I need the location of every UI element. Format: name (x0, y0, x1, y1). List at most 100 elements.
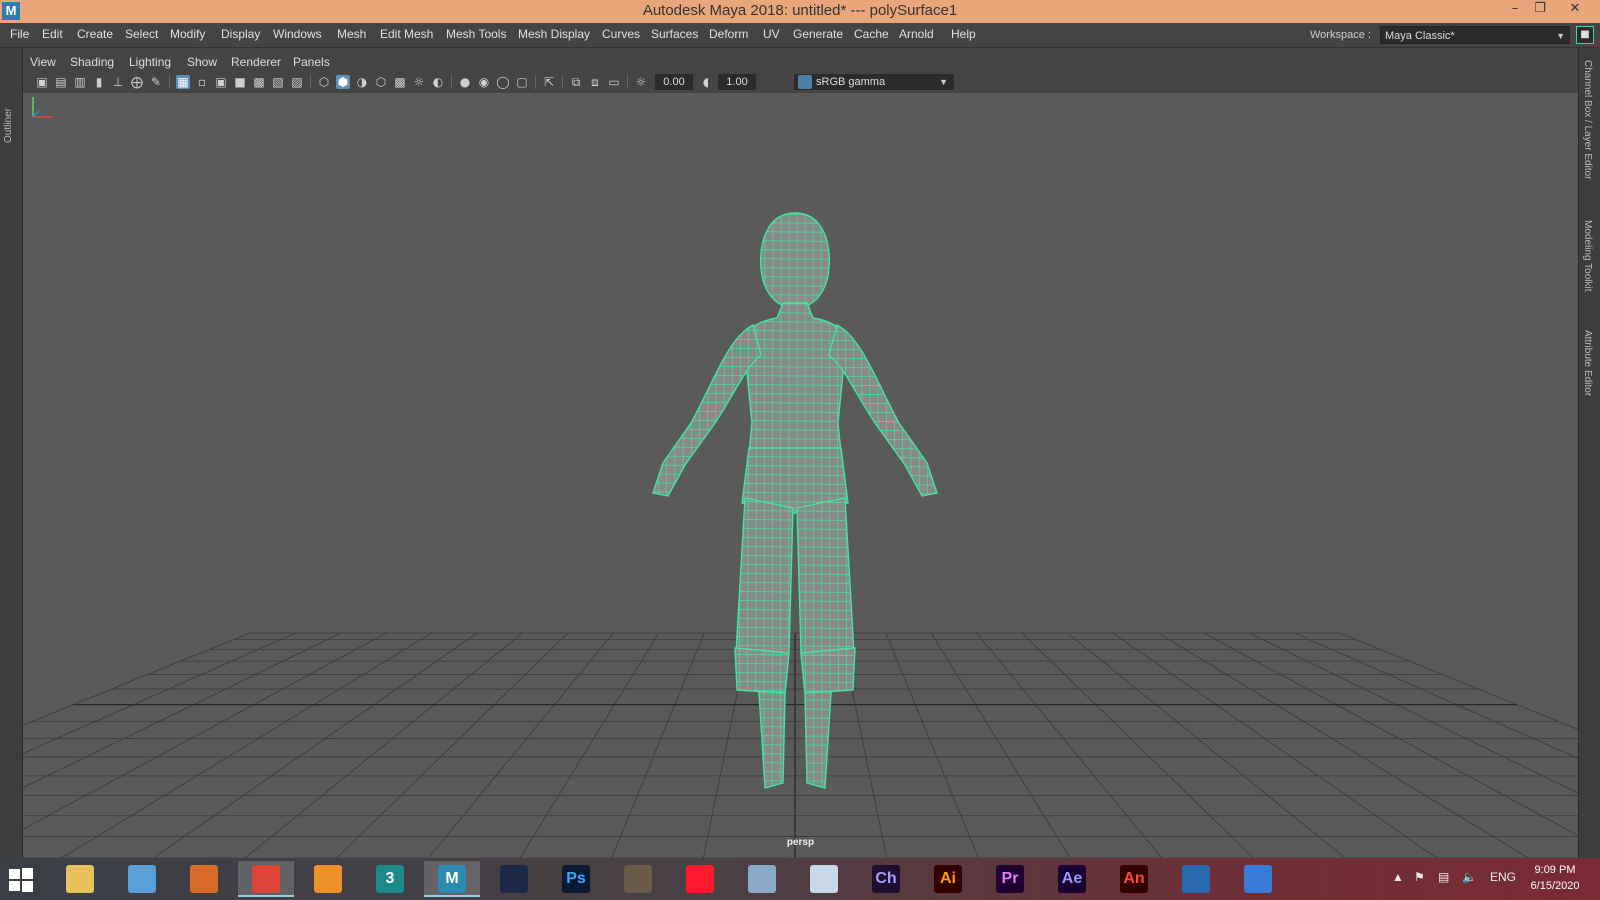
taskbar-app-maya[interactable]: M (424, 861, 480, 897)
camera-attributes-icon[interactable]: ▤ (54, 75, 68, 89)
network-icon[interactable]: ▤ (1438, 870, 1449, 884)
gamma-field[interactable]: 1.00 (718, 74, 756, 90)
camera-bookmark-icon[interactable]: ▥ (73, 75, 87, 89)
taskbar-app-file-manager[interactable] (114, 861, 170, 897)
window-title: Autodesk Maya 2018: untitled* --- polySu… (642, 2, 958, 19)
panel-menu-view[interactable]: View (30, 55, 56, 69)
modeling-toolkit-tab[interactable]: Modeling Toolkit (1582, 220, 1598, 320)
title-bar: M Autodesk Maya 2018: untitled* --- poly… (0, 0, 1600, 23)
default-material-icon[interactable]: ◑ (355, 75, 369, 89)
taskbar-app-character-animator[interactable]: Ch (858, 861, 914, 897)
safe-title-icon[interactable]: ▨ (290, 75, 304, 89)
menu-cache[interactable]: Cache (854, 27, 889, 41)
menu-uv[interactable]: UV (763, 27, 780, 41)
taskbar-app-chrome[interactable] (238, 861, 294, 897)
panel-menu-show[interactable]: Show (187, 55, 217, 69)
resolution-gate-icon[interactable]: ▣ (214, 75, 228, 89)
action-center-icon[interactable]: ⚑ (1414, 870, 1425, 884)
taskbar-app-animate[interactable]: An (1106, 861, 1162, 897)
lock-icon[interactable]: ■ (1576, 26, 1594, 44)
clock[interactable]: 9:09 PM 6/15/2020 (1510, 862, 1600, 894)
attribute-editor-tab[interactable]: Attribute Editor (1582, 330, 1598, 430)
textured-icon[interactable]: ▩ (393, 75, 407, 89)
wireframe-icon[interactable]: ⬡ (317, 75, 331, 89)
taskbar-app-image-viewer[interactable] (796, 861, 852, 897)
menu-surfaces[interactable]: Surfaces (651, 27, 698, 41)
taskbar-app-3ds-max[interactable]: 3 (362, 861, 418, 897)
workspace-dropdown[interactable]: Maya Classic* ▼ (1380, 26, 1570, 44)
minimize-button[interactable]: – (1503, 1, 1527, 16)
exposure-field[interactable]: 0.00 (655, 74, 693, 90)
taskbar-app-photoshop[interactable]: Ps (548, 861, 604, 897)
channel-box-tab[interactable]: Channel Box / Layer Editor (1582, 60, 1598, 210)
panel-menu-panels[interactable]: Panels (293, 55, 330, 69)
depth-of-field-icon[interactable]: ▢ (515, 75, 529, 89)
gate-mask-icon[interactable]: ■ (233, 75, 247, 89)
menu-curves[interactable]: Curves (602, 27, 640, 41)
xray-joints-icon[interactable]: ⧈ (588, 75, 602, 89)
color-space-dropdown[interactable]: sRGB gamma ▼ (794, 74, 954, 90)
taskbar-app-file-explorer[interactable] (52, 861, 108, 897)
menu-arnold[interactable]: Arnold (899, 27, 934, 41)
taskbar-app-blue-app[interactable] (1168, 861, 1224, 897)
menu-create[interactable]: Create (77, 27, 113, 41)
outliner-tab[interactable]: Outliner (3, 108, 19, 166)
xray-components-icon[interactable]: ▭ (607, 75, 621, 89)
menu-mesh-tools[interactable]: Mesh Tools (446, 27, 506, 41)
grid-line (428, 632, 614, 858)
xray-icon[interactable]: ⧉ (569, 75, 583, 89)
taskbar-app-cinema4d[interactable] (486, 861, 542, 897)
menu-edit-mesh[interactable]: Edit Mesh (380, 27, 433, 41)
taskbar-app-illustrator[interactable]: Ai (920, 861, 976, 897)
viewport-persp[interactable]: persp (23, 93, 1578, 858)
motion-blur-icon[interactable]: ◉ (477, 75, 491, 89)
taskbar-app-arrow-app[interactable] (1230, 861, 1286, 897)
grease-pencil-icon[interactable]: ✎ (149, 75, 163, 89)
taskbar-app-blender[interactable] (300, 861, 356, 897)
menu-file[interactable]: File (10, 27, 29, 41)
close-button[interactable]: ✕ (1563, 1, 1587, 16)
menu-generate[interactable]: Generate (793, 27, 843, 41)
menu-display[interactable]: Display (221, 27, 260, 41)
blender-icon (314, 865, 342, 893)
menu-mesh[interactable]: Mesh (337, 27, 366, 41)
menu-mesh-display[interactable]: Mesh Display (518, 27, 590, 41)
menu-modify[interactable]: Modify (170, 27, 205, 41)
menu-edit[interactable]: Edit (42, 27, 63, 41)
wireframe-on-shaded-icon[interactable]: ⬡ (374, 75, 388, 89)
image-plane-icon[interactable]: ⊥ (111, 75, 125, 89)
taskbar-app-opera[interactable] (672, 861, 728, 897)
taskbar-app-screen-app[interactable] (734, 861, 790, 897)
smooth-shade-icon[interactable]: ⬢ (336, 75, 350, 89)
taskbar-app-gimp[interactable] (610, 861, 666, 897)
menu-deform[interactable]: Deform (709, 27, 748, 41)
volume-icon[interactable]: 🔈 (1462, 870, 1477, 884)
bookmark-icon[interactable]: ▮ (92, 75, 106, 89)
field-chart-icon[interactable]: ▩ (252, 75, 266, 89)
gamma-icon[interactable]: ◖ (699, 75, 713, 89)
camera-icon[interactable]: ▣ (35, 75, 49, 89)
panel-menu-renderer[interactable]: Renderer (231, 55, 281, 69)
menu-windows[interactable]: Windows (273, 27, 322, 41)
taskbar-app-after-effects[interactable]: Ae (1044, 861, 1100, 897)
exposure-icon[interactable]: ☼ (634, 75, 648, 89)
safe-action-icon[interactable]: ▧ (271, 75, 285, 89)
isolate-select-icon[interactable]: ⇱ (542, 75, 556, 89)
ambient-occlusion-icon[interactable]: ● (458, 75, 472, 89)
grid-icon[interactable]: ▦ (176, 75, 190, 89)
lighting-icon[interactable]: ☼ (412, 75, 426, 89)
anti-aliasing-icon[interactable]: ◯ (496, 75, 510, 89)
panel-menu-lighting[interactable]: Lighting (129, 55, 171, 69)
taskbar-app-fruity-loops[interactable] (176, 861, 232, 897)
panel-menu-shading[interactable]: Shading (70, 55, 114, 69)
windows-start-icon[interactable] (8, 867, 34, 893)
menu-select[interactable]: Select (125, 27, 158, 41)
taskbar-app-premiere[interactable]: Pr (982, 861, 1038, 897)
viewport-canvas[interactable] (23, 93, 1578, 858)
menu-help[interactable]: Help (951, 27, 976, 41)
shadows-icon[interactable]: ◐ (431, 75, 445, 89)
tray-overflow-icon[interactable]: ▲ (1392, 870, 1404, 884)
film-gate-icon[interactable]: ▫ (195, 75, 209, 89)
restore-button[interactable]: ❐ (1528, 1, 1552, 16)
2d-pan-zoom-icon[interactable]: ⨁ (130, 75, 144, 89)
